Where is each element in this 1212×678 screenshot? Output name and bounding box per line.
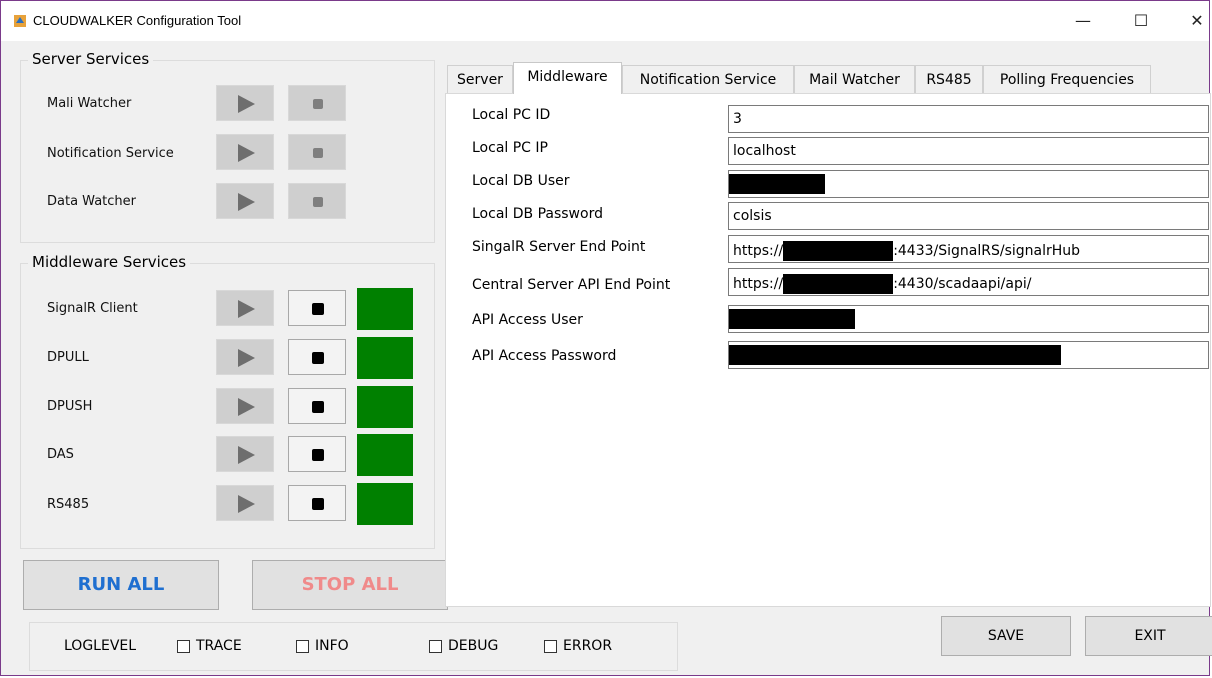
endpoint-suffix: :4430/scadaapi/api/ xyxy=(893,276,1032,292)
mali-watcher-start-button[interactable] xyxy=(216,85,274,121)
stop-icon xyxy=(313,197,323,207)
stop-icon xyxy=(312,352,324,364)
redacted-value xyxy=(729,345,1061,365)
window-title: CLOUDWALKER Configuration Tool xyxy=(33,13,242,28)
notification-service-start-button[interactable] xyxy=(216,134,274,170)
api-access-user-input[interactable] xyxy=(728,305,1209,333)
rs485-stop-button[interactable] xyxy=(288,485,346,521)
service-label-dpull: DPULL xyxy=(47,350,89,365)
app-window: CLOUDWALKER Configuration Tool — ☐ ✕ Ser… xyxy=(0,0,1212,676)
stop-icon xyxy=(312,449,324,461)
service-label-data-watcher: Data Watcher xyxy=(47,194,136,209)
data-watcher-stop-button[interactable] xyxy=(288,183,346,219)
play-icon xyxy=(238,144,255,162)
stop-icon xyxy=(312,303,324,315)
info-label[interactable]: INFO xyxy=(315,638,349,654)
debug-label[interactable]: DEBUG xyxy=(448,638,498,654)
exit-button[interactable]: EXIT xyxy=(1085,616,1212,656)
das-status-indicator xyxy=(357,434,413,476)
rs485-status-indicator xyxy=(357,483,413,525)
loglevel-group: LOGLEVEL TRACE INFO DEBUG ERROR xyxy=(29,622,678,671)
stop-all-button[interactable]: STOP ALL xyxy=(252,560,448,610)
play-icon xyxy=(238,300,255,318)
api-access-user-label: API Access User xyxy=(472,312,583,328)
mali-watcher-stop-button[interactable] xyxy=(288,85,346,121)
central-api-endpoint-label: Central Server API End Point xyxy=(472,277,671,293)
stop-icon xyxy=(313,148,323,158)
dpush-start-button[interactable] xyxy=(216,388,274,424)
play-icon xyxy=(238,398,255,416)
endpoint-suffix: :4433/SignalRS/signalrHub xyxy=(893,243,1081,259)
play-icon xyxy=(238,349,255,367)
play-icon xyxy=(238,495,255,513)
das-stop-button[interactable] xyxy=(288,436,346,472)
redacted-value xyxy=(729,309,855,329)
stop-icon xyxy=(312,498,324,510)
service-label-rs485: RS485 xyxy=(47,497,90,512)
stop-icon xyxy=(312,401,324,413)
local-pc-id-input[interactable]: 3 xyxy=(728,105,1209,133)
tab-middleware[interactable]: Middleware xyxy=(513,62,622,94)
middleware-services-legend: Middleware Services xyxy=(28,253,191,271)
local-db-password-input[interactable]: colsis xyxy=(728,202,1209,230)
dpull-stop-button[interactable] xyxy=(288,339,346,375)
maximize-button[interactable]: ☐ xyxy=(1129,9,1153,33)
error-label[interactable]: ERROR xyxy=(563,638,612,654)
signalr-client-status-indicator xyxy=(357,288,413,330)
tab-rs485[interactable]: RS485 xyxy=(915,65,983,93)
tab-notification-service[interactable]: Notification Service xyxy=(622,65,794,93)
app-logo-icon xyxy=(14,15,26,27)
local-db-user-label: Local DB User xyxy=(472,173,570,189)
dpull-status-indicator xyxy=(357,337,413,379)
service-label-das: DAS xyxy=(47,447,74,462)
dpush-status-indicator xyxy=(357,386,413,428)
local-db-user-input[interactable] xyxy=(728,170,1209,198)
rs485-start-button[interactable] xyxy=(216,485,274,521)
title-bar: CLOUDWALKER Configuration Tool — ☐ ✕ xyxy=(1,1,1209,41)
stop-icon xyxy=(313,99,323,109)
run-all-button[interactable]: RUN ALL xyxy=(23,560,219,610)
service-label-signalr-client: SignalR Client xyxy=(47,301,138,316)
tab-server[interactable]: Server xyxy=(447,65,513,93)
dpull-start-button[interactable] xyxy=(216,339,274,375)
service-label-notification-service: Notification Service xyxy=(47,146,174,161)
central-api-endpoint-input[interactable]: https:// :4430/scadaapi/api/ xyxy=(728,268,1209,296)
redacted-host xyxy=(783,274,894,294)
error-checkbox[interactable] xyxy=(544,640,557,653)
local-pc-ip-input[interactable]: localhost xyxy=(728,137,1209,165)
dpush-stop-button[interactable] xyxy=(288,388,346,424)
endpoint-prefix: https:// xyxy=(733,276,784,292)
local-pc-ip-label: Local PC IP xyxy=(472,140,548,156)
signalr-endpoint-label: SingalR Server End Point xyxy=(472,239,646,255)
minimize-button[interactable]: — xyxy=(1071,9,1095,33)
save-button[interactable]: SAVE xyxy=(941,616,1071,656)
trace-label[interactable]: TRACE xyxy=(196,638,242,654)
server-services-legend: Server Services xyxy=(28,50,154,68)
play-icon xyxy=(238,95,255,113)
debug-checkbox[interactable] xyxy=(429,640,442,653)
play-icon xyxy=(238,446,255,464)
info-checkbox[interactable] xyxy=(296,640,309,653)
signalr-client-start-button[interactable] xyxy=(216,290,274,326)
trace-checkbox[interactable] xyxy=(177,640,190,653)
das-start-button[interactable] xyxy=(216,436,274,472)
service-label-dpush: DPUSH xyxy=(47,399,93,414)
data-watcher-start-button[interactable] xyxy=(216,183,274,219)
endpoint-prefix: https:// xyxy=(733,243,784,259)
loglevel-label: LOGLEVEL xyxy=(64,638,137,654)
signalr-client-stop-button[interactable] xyxy=(288,290,346,326)
api-access-password-input[interactable] xyxy=(728,341,1209,369)
play-icon xyxy=(238,193,255,211)
signalr-endpoint-input[interactable]: https:// :4433/SignalRS/signalrHub xyxy=(728,235,1209,263)
redacted-host xyxy=(783,241,894,261)
tab-mail-watcher[interactable]: Mail Watcher xyxy=(794,65,915,93)
notification-service-stop-button[interactable] xyxy=(288,134,346,170)
close-button[interactable]: ✕ xyxy=(1185,9,1209,33)
tab-polling-frequencies[interactable]: Polling Frequencies xyxy=(983,65,1151,93)
redacted-value xyxy=(729,174,825,194)
local-db-password-label: Local DB Password xyxy=(472,206,603,222)
api-access-password-label: API Access Password xyxy=(472,348,617,364)
service-label-mali-watcher: Mali Watcher xyxy=(47,96,132,111)
local-pc-id-label: Local PC ID xyxy=(472,107,551,123)
